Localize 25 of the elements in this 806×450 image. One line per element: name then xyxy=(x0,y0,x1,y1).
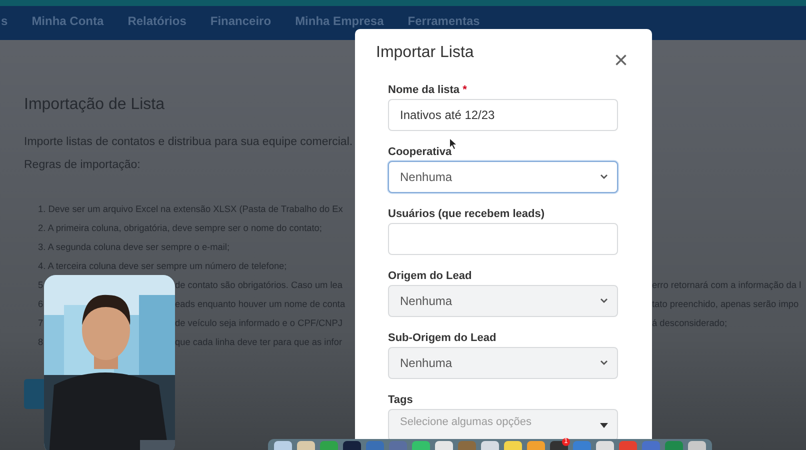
chevron-down-icon xyxy=(600,360,608,366)
chevron-down-icon xyxy=(600,174,608,180)
field-label: Nome da lista * xyxy=(388,84,467,96)
multi-select-field[interactable] xyxy=(388,223,618,255)
field-label: Tags xyxy=(388,394,413,406)
field-label: Origem do Lead xyxy=(388,270,472,282)
select-field[interactable]: Nenhuma xyxy=(388,347,618,379)
select-field[interactable]: Nenhuma xyxy=(388,161,618,193)
field-label: Sub-Origem do Lead xyxy=(388,332,496,344)
nav-link[interactable]: Ferramentas xyxy=(408,14,480,28)
close-button[interactable]: × xyxy=(614,51,628,71)
chevron-down-icon xyxy=(600,298,608,304)
select-field[interactable]: Nenhuma xyxy=(388,285,618,317)
field-label: Usuários (que recebem leads) xyxy=(388,208,545,220)
caret-down-icon xyxy=(600,422,608,428)
nav-link[interactable]: Relatórios xyxy=(128,14,186,28)
button-background xyxy=(24,379,44,409)
field-label: Cooperativa xyxy=(388,146,452,158)
text-field[interactable]: Inativos até 12/23 xyxy=(388,99,618,131)
modal-title: Importar Lista xyxy=(376,44,474,62)
nav-link[interactable]: Financeiro xyxy=(210,14,272,28)
cursor-icon xyxy=(450,139,457,149)
nav-link[interactable]: Minha Conta xyxy=(32,14,104,28)
nav-link[interactable]: Minha Empresa xyxy=(295,14,384,28)
nav-link[interactable]: s xyxy=(1,14,8,28)
